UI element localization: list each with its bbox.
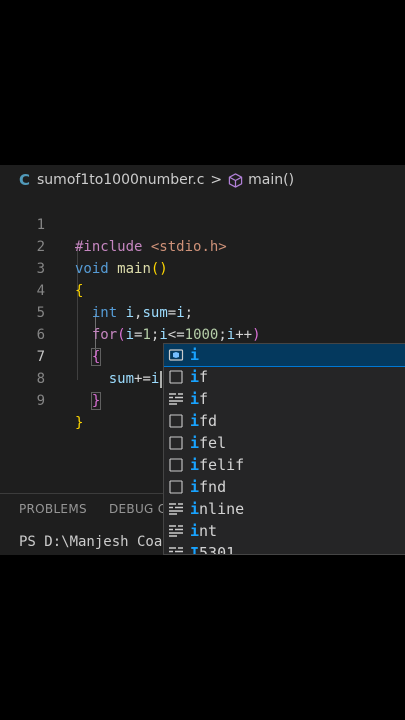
for-keyword: for: [91, 327, 118, 343]
keyword-icon: [168, 545, 184, 554]
code-line: 1 #include <stdio.h>: [0, 192, 227, 255]
keyword-icon: [168, 523, 184, 539]
snippet-icon: [168, 413, 184, 429]
suggestion-label: i: [190, 346, 200, 364]
suggestion-item[interactable]: i: [164, 344, 405, 367]
suggestion-label: ifd: [190, 412, 218, 430]
tab-problems[interactable]: PROBLEMS: [19, 502, 87, 516]
cube-icon: [228, 172, 243, 188]
header-name: <stdio.h>: [150, 239, 227, 255]
line-number: 9: [36, 393, 45, 409]
snippet-icon: [168, 479, 184, 495]
matched-brace: }: [90, 392, 102, 410]
suggestion-label: int: [190, 522, 218, 540]
code-line: 5 for(i=1;i<=1000;i++): [0, 280, 261, 343]
suggestion-item[interactable]: int: [164, 520, 405, 542]
snippet-icon: [168, 435, 184, 451]
parens: (): [150, 261, 168, 277]
suggestion-label: I5301: [190, 544, 236, 555]
variable-icon: [168, 347, 184, 363]
text-cursor: [160, 370, 163, 388]
code-line: 3 {: [0, 236, 84, 299]
suggestion-label: ifel: [190, 434, 227, 452]
breadcrumb-separator: >: [210, 172, 223, 188]
c-language-icon: C: [19, 171, 31, 189]
suggestion-label: ifnd: [190, 478, 227, 496]
code-line: 2 void main(): [0, 214, 168, 277]
code-editor[interactable]: C sumof1to1000number.c > main() 1 #inclu…: [0, 165, 405, 555]
keyword-icon: [168, 391, 184, 407]
open-brace: {: [75, 283, 84, 299]
breadcrumb-symbol[interactable]: main(): [248, 172, 294, 188]
code-area[interactable]: 1 #include <stdio.h> 2 void main() 3 { 4…: [0, 192, 261, 431]
suggestion-label: if: [190, 368, 209, 386]
terminal-prompt[interactable]: PS D:\Manjesh Coac: [19, 534, 171, 550]
keyword-icon: [168, 501, 184, 517]
suggestion-item[interactable]: ifnd: [164, 476, 405, 498]
suggestion-item[interactable]: if: [164, 388, 405, 410]
code-line-active: 7 sum+=i: [0, 324, 163, 388]
type-keyword: int: [91, 305, 118, 321]
function-name: main: [117, 261, 151, 277]
snippet-icon: [168, 369, 184, 385]
suggestion-label: ifelif: [190, 456, 245, 474]
include-directive: #include: [75, 239, 143, 255]
breadcrumb: C sumof1to1000number.c > main(): [0, 165, 405, 195]
suggestion-item[interactable]: inline: [164, 498, 405, 520]
suggestion-item[interactable]: ifd: [164, 410, 405, 432]
close-brace: }: [75, 415, 84, 431]
suggestion-label: if: [190, 390, 209, 408]
suggestion-item[interactable]: if: [164, 366, 405, 388]
breadcrumb-file[interactable]: sumof1to1000number.c: [37, 172, 204, 188]
code-line: 9 }: [0, 368, 84, 431]
suggestion-item[interactable]: ifelif: [164, 454, 405, 476]
type-keyword: void: [75, 261, 109, 277]
code-line: 6 {: [0, 302, 102, 366]
code-line: 8 }: [0, 346, 102, 410]
code-line: 4 int i,sum=i;: [0, 258, 194, 321]
suggestion-label: inline: [190, 500, 245, 518]
suggestion-item[interactable]: I5301: [164, 542, 405, 555]
suggestion-item[interactable]: ifel: [164, 432, 405, 454]
suggest-widget[interactable]: i if if ifd ifel ifelif ifnd inline int I5301: [163, 343, 405, 555]
snippet-icon: [168, 457, 184, 473]
matched-brace: {: [90, 348, 102, 366]
